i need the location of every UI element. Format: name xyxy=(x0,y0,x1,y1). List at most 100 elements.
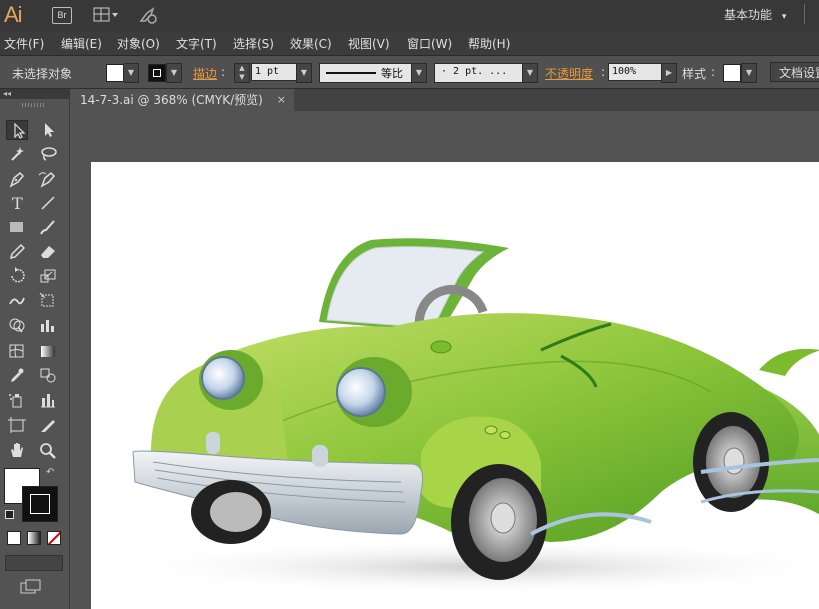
eyedropper-tool[interactable] xyxy=(6,365,28,385)
artboard[interactable] xyxy=(91,162,819,609)
close-icon[interactable]: × xyxy=(277,89,286,111)
stroke-weight-input[interactable]: 1 pt xyxy=(251,63,300,81)
rotate-tool[interactable] xyxy=(6,266,28,286)
rectangle-tool[interactable] xyxy=(6,217,28,237)
document-tab[interactable]: 14-7-3.ai @ 368% (CMYK/预览) × xyxy=(70,89,294,111)
warp-tool[interactable] xyxy=(6,290,28,310)
chevron-down-icon: ▼ xyxy=(123,64,138,82)
document-tab-title: 14-7-3.ai @ 368% (CMYK/预览) xyxy=(80,93,263,107)
chevron-right-icon: ▶ xyxy=(661,64,676,82)
opacity-dropdown[interactable]: ▶ xyxy=(661,63,677,83)
menu-effect[interactable]: 效果(C) xyxy=(290,35,332,52)
chevron-down-icon: ▼ xyxy=(411,64,426,82)
car-illustration[interactable] xyxy=(91,162,819,609)
pencil-tool[interactable] xyxy=(6,241,28,261)
panel-collapse-icon[interactable]: ◂◂ xyxy=(0,89,69,99)
front-bumper xyxy=(132,450,424,535)
menu-edit[interactable]: 编辑(E) xyxy=(61,35,102,52)
panel-grip[interactable] xyxy=(22,103,44,107)
pencil-icon xyxy=(9,243,26,260)
symbol-sprayer-tool[interactable] xyxy=(6,390,28,410)
screen-mode-icon xyxy=(20,579,41,594)
menu-bar: 文件(F) 编辑(E) 对象(O) 文字(T) 选择(S) 效果(C) 视图(V… xyxy=(0,31,819,56)
chevron-down-icon: ▾ xyxy=(781,12,787,22)
magic-wand-tool[interactable] xyxy=(6,144,28,164)
gradient-mode-button[interactable] xyxy=(27,531,41,545)
menu-file[interactable]: 文件(F) xyxy=(4,35,44,52)
selection-tool[interactable] xyxy=(6,120,28,140)
swap-fill-stroke-icon[interactable]: ↶ xyxy=(46,467,54,478)
menu-type[interactable]: 文字(T) xyxy=(176,35,217,52)
curvature-tool[interactable] xyxy=(37,169,59,189)
stroke-weight-dropdown[interactable]: ▼ xyxy=(296,63,312,83)
direct-arrow-icon xyxy=(45,123,54,137)
canvas-area[interactable] xyxy=(70,111,819,609)
style-dropdown[interactable]: ▼ xyxy=(741,63,757,83)
artboard-tool[interactable] xyxy=(6,415,28,435)
stroke-dropdown[interactable]: ▼ xyxy=(166,63,182,83)
magic-wand-icon xyxy=(11,147,24,161)
shape-builder-tool[interactable] xyxy=(6,315,28,335)
menu-object[interactable]: 对象(O) xyxy=(117,35,160,52)
colon-separator: : xyxy=(711,65,716,79)
line-tool[interactable] xyxy=(37,193,59,213)
pen-tool[interactable] xyxy=(6,169,28,189)
graph-tool[interactable] xyxy=(37,315,59,335)
blend-icon xyxy=(40,368,56,383)
eyedropper-icon xyxy=(11,368,24,382)
scale-tool[interactable] xyxy=(37,266,59,286)
eraser-tool[interactable] xyxy=(37,241,59,261)
workspace-switcher[interactable]: 基本功能 ▾ xyxy=(716,0,794,31)
stroke-swatch[interactable] xyxy=(148,64,166,82)
opacity-input[interactable]: 100% xyxy=(608,63,663,81)
graphic-style-swatch[interactable] xyxy=(723,64,741,82)
warp-icon xyxy=(9,297,25,305)
blend-tool[interactable] xyxy=(37,365,59,385)
document-setup-button[interactable]: 文档设置 xyxy=(770,62,819,82)
zoom-tool[interactable] xyxy=(37,440,59,460)
screen-mode-button[interactable] xyxy=(20,579,42,594)
style-label: 样式 xyxy=(682,67,707,81)
mesh-tool[interactable] xyxy=(6,341,28,361)
column-graph-tool[interactable] xyxy=(37,390,59,410)
hand-tool[interactable] xyxy=(6,440,28,460)
menu-select[interactable]: 选择(S) xyxy=(233,35,274,52)
menu-view[interactable]: 视图(V) xyxy=(348,35,390,52)
control-bar: 未选择对象 ▼ ▼ 描边 : ▲ ▼ 1 pt ▼ 等比 ▼ · 2 pt. ..… xyxy=(0,56,819,89)
stroke-color-box[interactable] xyxy=(22,486,58,522)
svg-text:T: T xyxy=(12,194,23,213)
free-transform-tool[interactable] xyxy=(37,290,59,310)
gradient-tool[interactable] xyxy=(37,341,59,361)
brush-definition[interactable]: · 2 pt. ... ▼ xyxy=(434,63,538,83)
arrange-documents-button[interactable] xyxy=(93,7,119,23)
color-mode-button[interactable] xyxy=(7,531,21,545)
drawing-modes-button[interactable] xyxy=(5,555,63,571)
fill-swatch[interactable] xyxy=(106,64,124,82)
window-control[interactable] xyxy=(804,4,819,24)
none-mode-button[interactable] xyxy=(47,531,61,545)
menu-help[interactable]: 帮助(H) xyxy=(468,35,510,52)
tools-panel: ◂◂ T ↶ xyxy=(0,89,70,609)
slice-tool[interactable] xyxy=(37,415,59,435)
workspace-label: 基本功能 xyxy=(724,8,773,22)
variable-width-profile[interactable]: 等比 ▼ xyxy=(319,63,427,83)
lasso-tool[interactable] xyxy=(37,144,59,164)
type-tool[interactable]: T xyxy=(6,193,28,213)
magnifier-icon xyxy=(40,443,56,459)
hood-dot-2 xyxy=(484,425,498,435)
colon-separator: : xyxy=(221,65,226,79)
opacity-label[interactable]: 不透明度 xyxy=(545,65,593,82)
fill-dropdown[interactable]: ▼ xyxy=(123,63,139,83)
bumper-guard-left xyxy=(206,432,220,454)
lasso-icon xyxy=(41,147,57,161)
gpu-performance-button[interactable] xyxy=(137,5,159,25)
stroke-label[interactable]: 描边 xyxy=(193,65,217,82)
direct-selection-tool[interactable] xyxy=(37,120,59,140)
menu-window[interactable]: 窗口(W) xyxy=(407,35,452,52)
bridge-button[interactable]: Br xyxy=(52,7,72,24)
paintbrush-tool[interactable] xyxy=(37,217,59,237)
stroke-stepper[interactable]: ▲ ▼ xyxy=(234,63,250,83)
type-icon: T xyxy=(12,194,23,213)
default-colors-icon[interactable] xyxy=(5,510,14,519)
hand-icon xyxy=(11,443,23,457)
